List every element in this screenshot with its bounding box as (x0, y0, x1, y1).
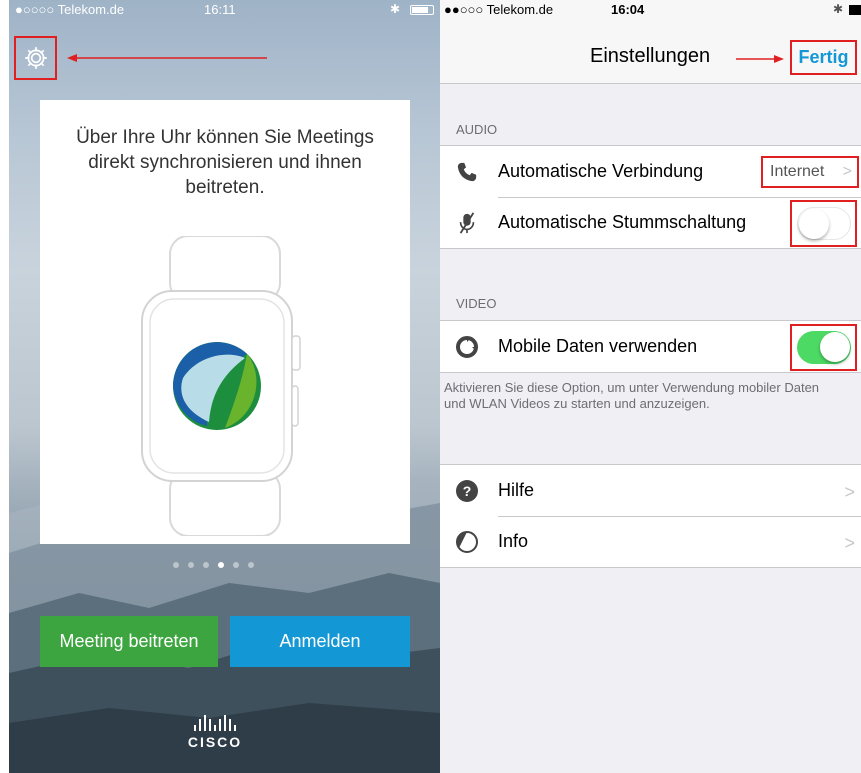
chevron-right-icon: > (842, 163, 852, 180)
phone-icon (454, 159, 480, 185)
join-meeting-button[interactable]: Meeting beitreten (40, 616, 218, 667)
toggle-knob (819, 332, 850, 362)
page-title: Einstellungen (590, 45, 711, 67)
help-label: Hilfe (498, 480, 535, 500)
page-dot[interactable] (203, 562, 209, 568)
mobile-data-footnote: Aktivieren Sie diese Option, um unter Ve… (444, 380, 820, 411)
bluetooth-icon: ✱ (832, 2, 843, 16)
onboarding-text: Über Ihre Uhr können Sie Meetings direkt… (76, 127, 374, 198)
settings-screen: ●●○○○ Telekom.de 16:04 ✱ Einstellungen F… (440, 0, 861, 773)
auto-connect-value-selector[interactable]: Internet > (761, 156, 859, 188)
settings-button[interactable] (14, 36, 57, 80)
info-row[interactable]: Info > (440, 516, 861, 567)
cisco-logo: CISCO (185, 715, 245, 750)
mobile-data-label: Mobile Daten verwenden (498, 336, 698, 356)
page-dot[interactable] (188, 562, 194, 568)
screenshot-composite: ●○○○○ Telekom.de 16:11 ✱ Über Ihre Uhr k… (0, 0, 861, 773)
apple-watch-illustration (141, 236, 301, 536)
bluetooth-icon: ✱ (389, 2, 400, 16)
page-dot[interactable] (233, 562, 239, 568)
navigation-bar: ●●○○○ Telekom.de 16:04 ✱ Einstellungen F… (440, 0, 861, 84)
info-icon (454, 529, 480, 555)
annotation-arrow-left (67, 54, 267, 62)
mobile-data-toggle[interactable] (796, 331, 851, 364)
page-dot[interactable] (248, 562, 254, 568)
chevron-right-icon: > (844, 533, 855, 553)
toggle-knob (798, 209, 829, 239)
mobile-data-row: Mobile Daten verwenden (440, 321, 861, 372)
gear-icon (24, 47, 47, 69)
auto-connect-label: Automatische Verbindung (498, 161, 704, 181)
annotation-arrow-right (736, 55, 784, 63)
mobile-data-toggle-highlight (790, 324, 857, 371)
welcome-screen: ●○○○○ Telekom.de 16:11 ✱ Über Ihre Uhr k… (9, 0, 440, 773)
microphone-muted-icon (454, 210, 480, 236)
audio-group: Automatische Verbindung Internet > Autom… (440, 145, 861, 249)
video-group: Mobile Daten verwenden (440, 320, 861, 373)
auto-connect-row[interactable]: Automatische Verbindung Internet > (440, 146, 861, 197)
chevron-right-icon: > (844, 482, 855, 502)
carrier-label: ●○○○○ Telekom.de (15, 2, 125, 17)
carrier-label: ●●○○○ Telekom.de (444, 2, 554, 17)
svg-text:?: ? (463, 483, 472, 499)
auto-mute-row: Automatische Stummschaltung (440, 197, 861, 248)
info-label: Info (498, 531, 529, 551)
status-bar: ●○○○○ Telekom.de 16:11 ✱ (9, 0, 440, 20)
status-bar: ●●○○○ Telekom.de 16:04 ✱ (440, 0, 861, 20)
auto-connect-value: Internet (770, 163, 825, 180)
auto-mute-label: Automatische Stummschaltung (498, 212, 747, 232)
page-indicator (173, 562, 254, 568)
section-header-video: VIDEO (456, 296, 497, 311)
clock: 16:11 (204, 2, 236, 17)
help-icon: ? (454, 478, 480, 504)
done-button[interactable]: Fertig (790, 40, 857, 75)
video-icon (454, 334, 480, 360)
auto-mute-toggle[interactable] (796, 207, 851, 240)
cisco-wordmark: CISCO (187, 734, 243, 750)
more-group: ? Hilfe > Info > (440, 464, 861, 568)
cisco-bars-icon (185, 715, 245, 731)
webex-logo (173, 342, 261, 430)
help-row[interactable]: ? Hilfe > (440, 465, 861, 516)
sign-in-button[interactable]: Anmelden (230, 616, 410, 667)
page-dot[interactable] (173, 562, 179, 568)
clock: 16:04 (611, 2, 645, 17)
page-dot-active[interactable] (218, 562, 224, 568)
auto-mute-toggle-highlight (790, 200, 857, 247)
onboarding-card: Über Ihre Uhr können Sie Meetings direkt… (40, 100, 410, 544)
battery-icon (410, 5, 434, 15)
section-header-audio: AUDIO (456, 122, 498, 137)
battery-icon (849, 5, 861, 15)
